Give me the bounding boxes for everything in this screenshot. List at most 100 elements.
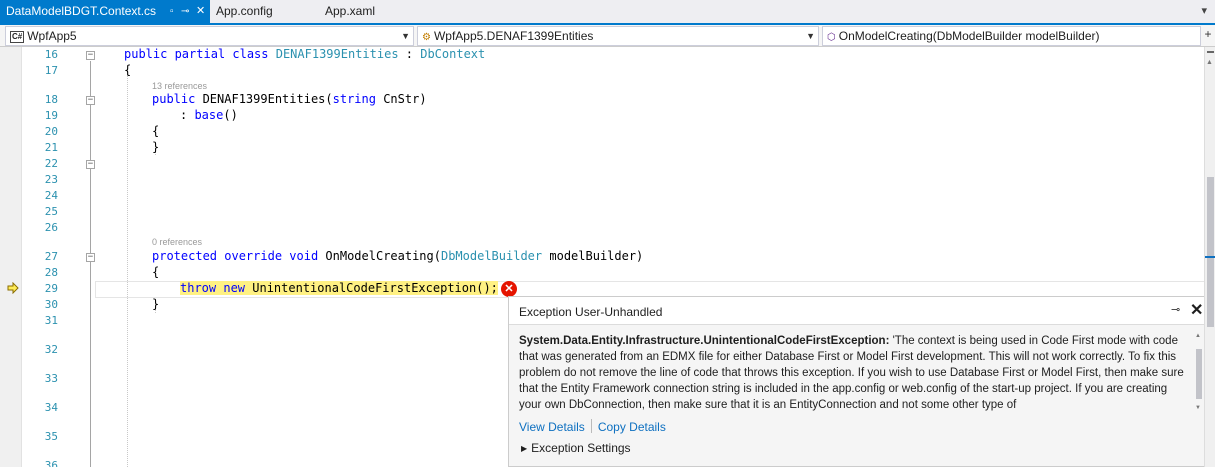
- code-text: (): [223, 108, 238, 122]
- chevron-down-icon: ▼: [401, 31, 410, 41]
- line-number: 31: [44, 314, 58, 327]
- outline-line: [90, 61, 91, 467]
- type-dropdown-value: WpfApp5.DENAF1399Entities: [433, 29, 594, 43]
- popup-title: Exception User-Unhandled: [519, 305, 663, 319]
- method-icon: ⬡: [827, 32, 836, 43]
- code-text: modelBuilder): [542, 249, 644, 263]
- code-text: :: [398, 47, 421, 61]
- member-dropdown[interactable]: ⬡ OnModelCreating(DbModelBuilder modelBui…: [822, 26, 1201, 46]
- pin-icon[interactable]: ⊸: [181, 0, 189, 23]
- member-dropdown-value: OnModelCreating(DbModelBuilder modelBuil…: [838, 29, 1100, 43]
- scroll-thumb[interactable]: [1207, 177, 1214, 327]
- line-number: 21: [44, 141, 58, 154]
- line-number: 23: [44, 173, 58, 186]
- line-number: 34: [44, 401, 58, 414]
- exception-message: System.Data.Entity.Infrastructure.Uninte…: [519, 333, 1185, 415]
- line-number: 19: [44, 109, 58, 122]
- line-number: 22: [44, 157, 58, 170]
- keyword: base: [194, 108, 224, 122]
- close-icon[interactable]: ✕: [196, 0, 205, 23]
- pin-icon[interactable]: ⊸: [1171, 303, 1180, 316]
- type-name: DbModelBuilder: [440, 249, 543, 263]
- code-line-16: public partial class DENAF1399Entities :…: [124, 47, 485, 61]
- scroll-down-icon[interactable]: ▼: [1195, 405, 1201, 411]
- scroll-thumb[interactable]: [1196, 349, 1202, 399]
- link-separator: [590, 419, 592, 433]
- code-line-17: {: [124, 63, 132, 77]
- exception-settings-expander[interactable]: ▶ Exception Settings: [521, 441, 631, 455]
- line-number: 16: [44, 48, 58, 61]
- tab-label: DataModelBDGT.Context.cs: [6, 4, 157, 18]
- collapse-icon[interactable]: −: [86, 51, 95, 60]
- error-icon[interactable]: ✕: [501, 281, 517, 297]
- line-number: 35: [44, 430, 58, 443]
- code-line-19: : base(): [180, 108, 238, 122]
- line-number: 29: [44, 282, 58, 295]
- split-window-icon[interactable]: +: [1201, 25, 1215, 46]
- code-text: OnModelCreating(: [325, 249, 441, 263]
- csharp-project-icon: C#: [10, 31, 25, 43]
- tab-datamodel-context[interactable]: DataModelBDGT.Context.cs ▫ ⊸ ✕: [0, 0, 210, 23]
- code-line-27: protected override void OnModelCreating(…: [152, 249, 643, 263]
- code-text: :: [180, 108, 195, 122]
- collapse-icon[interactable]: −: [86, 160, 95, 169]
- base-class-name: DbContext: [420, 47, 486, 61]
- preview-icon[interactable]: ▫: [170, 0, 174, 23]
- chevron-down-icon: ▼: [806, 31, 815, 41]
- line-number: 27: [44, 250, 58, 263]
- keyword: public: [152, 92, 203, 106]
- tab-label: App.xaml: [325, 4, 376, 18]
- line-number: 24: [44, 189, 58, 202]
- line-number: 28: [44, 266, 58, 279]
- tab-label: App.config: [216, 4, 273, 18]
- class-name: DENAF1399Entities: [275, 47, 399, 61]
- expand-triangle-icon: ▶: [521, 444, 528, 453]
- line-number: 17: [44, 64, 58, 77]
- type-dropdown[interactable]: ⚙ WpfApp5.DENAF1399Entities ▼: [417, 26, 819, 46]
- collapse-icon[interactable]: −: [86, 96, 95, 105]
- codelens-references[interactable]: 0 references: [152, 237, 202, 247]
- tab-app-config[interactable]: App.config: [216, 0, 273, 23]
- line-number: 20: [44, 125, 58, 138]
- code-text: DENAF1399Entities(: [202, 92, 333, 106]
- execution-pointer-icon[interactable]: [7, 282, 19, 294]
- copy-details-link[interactable]: Copy Details: [598, 420, 666, 434]
- close-icon[interactable]: ✕: [1190, 300, 1203, 320]
- keyword: protected override void: [152, 249, 326, 263]
- indicator-margin[interactable]: [0, 47, 22, 467]
- tab-overflow-icon[interactable]: ▾: [1201, 0, 1207, 23]
- project-dropdown-value: WpfApp5: [27, 29, 77, 43]
- exception-type: System.Data.Entity.Infrastructure.Uninte…: [519, 335, 890, 347]
- splitter-handle[interactable]: [1207, 51, 1214, 53]
- keyword: string: [332, 92, 384, 106]
- code-line-18: public DENAF1399Entities(string CnStr): [152, 92, 427, 106]
- scroll-up-icon[interactable]: ▲: [1195, 333, 1201, 339]
- class-icon: ⚙: [422, 32, 431, 43]
- keyword: throw new: [180, 281, 253, 295]
- keyword: public partial class: [124, 47, 276, 61]
- line-number: 25: [44, 205, 58, 218]
- codelens-references[interactable]: 13 references: [152, 81, 207, 91]
- exception-settings-label: Exception Settings: [531, 441, 631, 455]
- line-number: 32: [44, 343, 58, 356]
- project-dropdown[interactable]: C# WpfApp5 ▼: [5, 26, 414, 46]
- tab-app-xaml[interactable]: App.xaml: [325, 0, 375, 23]
- indent-guide: [127, 65, 128, 467]
- code-line-20: {: [152, 124, 160, 138]
- message-scrollbar[interactable]: ▲ ▼: [1195, 333, 1203, 413]
- caret-position-marker: [1205, 256, 1215, 258]
- line-number: 33: [44, 372, 58, 385]
- view-details-link[interactable]: View Details: [519, 420, 585, 434]
- document-tab-strip: DataModelBDGT.Context.cs ▫ ⊸ ✕ App.confi…: [0, 0, 1215, 25]
- line-number: 18: [44, 93, 58, 106]
- code-text: CnStr): [383, 92, 427, 106]
- code-line-28: {: [152, 265, 160, 279]
- popup-links: View Details Copy Details: [519, 419, 666, 434]
- code-line-30: }: [152, 297, 160, 311]
- editor-vertical-scrollbar[interactable]: ▲: [1204, 47, 1215, 467]
- navigation-bar: C# WpfApp5 ▼ ⚙ WpfApp5.DENAF1399Entities ▼…: [0, 25, 1215, 47]
- collapse-icon[interactable]: −: [86, 253, 95, 262]
- scroll-up-icon[interactable]: ▲: [1206, 59, 1213, 66]
- code-text: UnintentionalCodeFirstException();: [252, 281, 498, 295]
- line-number: 30: [44, 298, 58, 311]
